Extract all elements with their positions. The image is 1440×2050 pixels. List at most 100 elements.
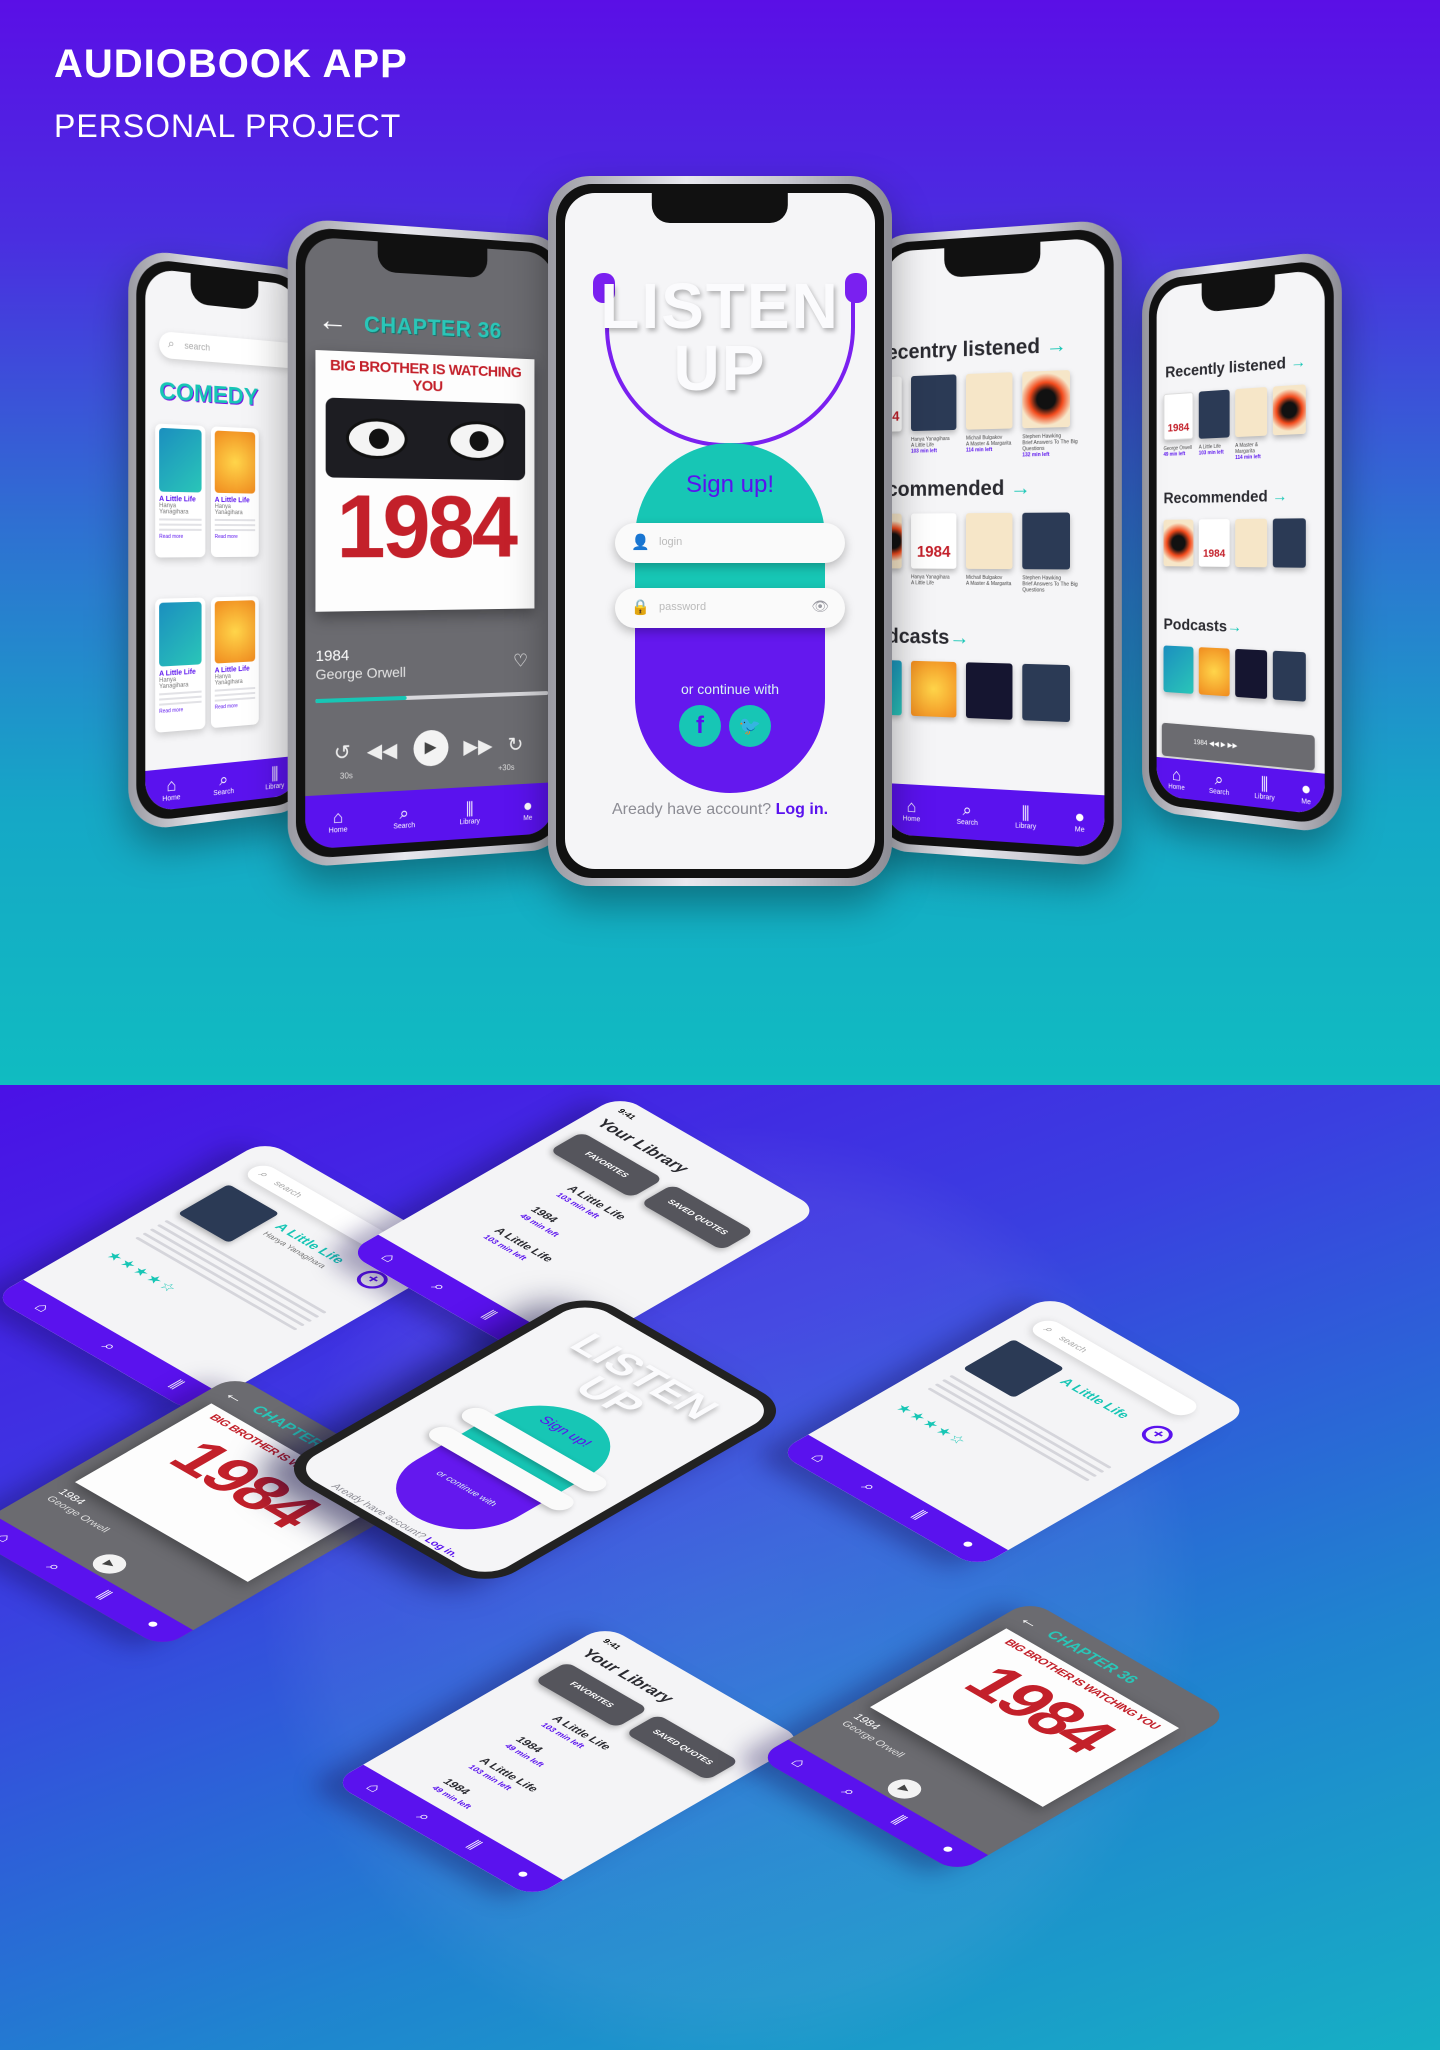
- cover-hawking[interactable]: [1163, 519, 1194, 567]
- read-more-link[interactable]: Read more: [159, 534, 201, 540]
- search-input[interactable]: ⌕ search: [159, 330, 298, 369]
- play-icon[interactable]: ◀◀ ▶ ▶▶: [1209, 739, 1237, 750]
- cover-podcast[interactable]: [1198, 647, 1230, 697]
- cover-hawking[interactable]: [1022, 369, 1071, 429]
- arrow-right-icon[interactable]: →: [1290, 353, 1306, 372]
- eye-toggle-icon[interactable]: 👁: [811, 598, 829, 615]
- cover-1984[interactable]: 1984: [1163, 392, 1194, 441]
- cover-master-margarita[interactable]: [1235, 386, 1268, 438]
- back-arrow-icon[interactable]: ←: [317, 303, 347, 339]
- login-field[interactable]: 👤 login: [615, 523, 845, 563]
- next-icon[interactable]: ▶▶: [463, 733, 492, 759]
- home-icon[interactable]: ⌂: [360, 1781, 385, 1796]
- nav-home[interactable]: ⌂ Home: [162, 775, 180, 803]
- cover-little-life[interactable]: [911, 374, 957, 432]
- search-icon[interactable]: ⌕: [856, 1480, 881, 1494]
- book-card[interactable]: A Little Life Hanya Yanagihara Read more: [155, 597, 206, 733]
- arrow-right-icon[interactable]: →: [1227, 619, 1242, 637]
- cover-podcast[interactable]: [911, 660, 957, 718]
- library-icon[interactable]: ⫼: [886, 1814, 909, 1827]
- rewind-30-icon[interactable]: ↺: [334, 739, 351, 765]
- arrow-right-icon[interactable]: →: [1010, 476, 1031, 499]
- user-icon[interactable]: ●: [510, 1867, 535, 1882]
- saved-quotes-chip[interactable]: SAVED QUOTES: [625, 1714, 740, 1781]
- cover-frankenstein[interactable]: [1272, 518, 1306, 568]
- read-more-link[interactable]: Read more: [215, 702, 255, 711]
- user-icon[interactable]: ●: [140, 1617, 165, 1632]
- book-card[interactable]: A Little Life Hanya Yanagihara Read more: [155, 423, 206, 558]
- search-icon[interactable]: ⌕: [96, 1340, 121, 1354]
- saved-quotes-chip[interactable]: SAVED QUOTES: [640, 1184, 755, 1251]
- cover-podcast[interactable]: [1272, 650, 1306, 702]
- notch: [1201, 274, 1276, 313]
- library-icon[interactable]: ⫼: [91, 1589, 114, 1602]
- cover-1984[interactable]: 1984: [1198, 519, 1230, 567]
- progress-bar[interactable]: [315, 691, 549, 704]
- back-arrow-icon[interactable]: ←: [218, 1387, 254, 1407]
- cover-podcast[interactable]: [1235, 648, 1268, 700]
- nav-library[interactable]: ⫼ Library: [1015, 803, 1036, 830]
- cover-hawking[interactable]: [1272, 384, 1306, 436]
- nav-library[interactable]: ⫼ Library: [1254, 774, 1274, 802]
- nav-search[interactable]: ⌕ Search: [213, 769, 234, 797]
- book-card[interactable]: A Little Life Hanya Yanagihara Read more: [211, 596, 259, 729]
- library-icon[interactable]: ⫼: [163, 1378, 186, 1391]
- read-more-link[interactable]: Read more: [215, 534, 255, 540]
- nav-search[interactable]: ⌕ Search: [393, 803, 415, 830]
- nav-home[interactable]: ⌂ Home: [1168, 765, 1184, 792]
- library-icon[interactable]: ⫼: [476, 1309, 499, 1322]
- nav-search[interactable]: ⌕ Search: [957, 800, 978, 827]
- nav-search[interactable]: ⌕ Search: [1209, 769, 1229, 796]
- user-icon[interactable]: ●: [955, 1537, 980, 1552]
- library-item[interactable]: 1984 49 min left: [501, 1735, 559, 1768]
- cover-1984[interactable]: 1984: [911, 513, 957, 569]
- search-icon: ⌕: [1214, 769, 1224, 789]
- arrow-right-icon[interactable]: →: [1272, 488, 1287, 506]
- nav-home[interactable]: ⌂ Home: [329, 807, 348, 834]
- nav-library[interactable]: ⫼ Library: [265, 764, 284, 791]
- password-field[interactable]: 🔒 password 👁: [615, 588, 845, 628]
- cover-frankenstein[interactable]: [1022, 512, 1071, 570]
- login-link[interactable]: Log in.: [421, 1536, 461, 1559]
- heart-icon[interactable]: ♡: [513, 651, 528, 672]
- forward-30-icon[interactable]: ↻: [508, 732, 524, 757]
- previous-icon[interactable]: ◀◀: [367, 737, 398, 764]
- home-icon[interactable]: ⌂: [29, 1301, 54, 1316]
- cover-podcast[interactable]: [1163, 645, 1194, 694]
- nav-me[interactable]: ● Me: [1075, 806, 1085, 833]
- arrow-right-icon[interactable]: →: [949, 626, 969, 649]
- cover-little-life[interactable]: [1198, 389, 1230, 439]
- search-icon[interactable]: ⌕: [41, 1560, 66, 1574]
- search-icon[interactable]: ⌕: [411, 1810, 436, 1824]
- search-icon[interactable]: ⌕: [426, 1280, 451, 1294]
- play-button[interactable]: ▶: [413, 729, 449, 768]
- home-icon[interactable]: ⌂: [785, 1756, 810, 1771]
- cover-podcast[interactable]: [965, 662, 1013, 720]
- library-icon[interactable]: ⫼: [461, 1839, 484, 1852]
- cover-master-margarita[interactable]: [965, 512, 1013, 570]
- home-icon[interactable]: ⌂: [375, 1251, 400, 1266]
- home-icon[interactable]: ⌂: [0, 1531, 16, 1546]
- search-placeholder: search: [1056, 1334, 1091, 1354]
- read-more-link[interactable]: Read more: [159, 706, 201, 715]
- home-icon[interactable]: ⌂: [805, 1451, 830, 1466]
- library-icon[interactable]: ⫼: [906, 1509, 929, 1522]
- back-arrow-icon[interactable]: ←: [1013, 1612, 1049, 1632]
- nav-home[interactable]: ⌂ Home: [903, 797, 920, 823]
- nav-me[interactable]: ● Me: [523, 796, 533, 822]
- book-card[interactable]: A Little Life Hanya Yanagihara Read more: [211, 426, 259, 558]
- login-link[interactable]: Log in.: [776, 801, 828, 818]
- twitter-icon[interactable]: 🐦: [729, 705, 771, 747]
- library-item[interactable]: 1984 49 min left: [429, 1777, 487, 1810]
- cover-podcast[interactable]: [1022, 663, 1071, 723]
- library-item[interactable]: 1984 49 min left: [516, 1205, 574, 1238]
- cover-master-margarita[interactable]: [1235, 518, 1268, 568]
- arrow-right-icon[interactable]: →: [1046, 334, 1067, 358]
- search-icon[interactable]: ⌕: [836, 1785, 861, 1799]
- add-button[interactable]: +: [1135, 1422, 1180, 1448]
- nav-me[interactable]: ● Me: [1301, 778, 1311, 806]
- user-icon[interactable]: ●: [935, 1842, 960, 1857]
- facebook-icon[interactable]: f: [679, 705, 721, 747]
- cover-master-margarita[interactable]: [965, 372, 1013, 430]
- nav-library[interactable]: ⫼ Library: [460, 799, 480, 826]
